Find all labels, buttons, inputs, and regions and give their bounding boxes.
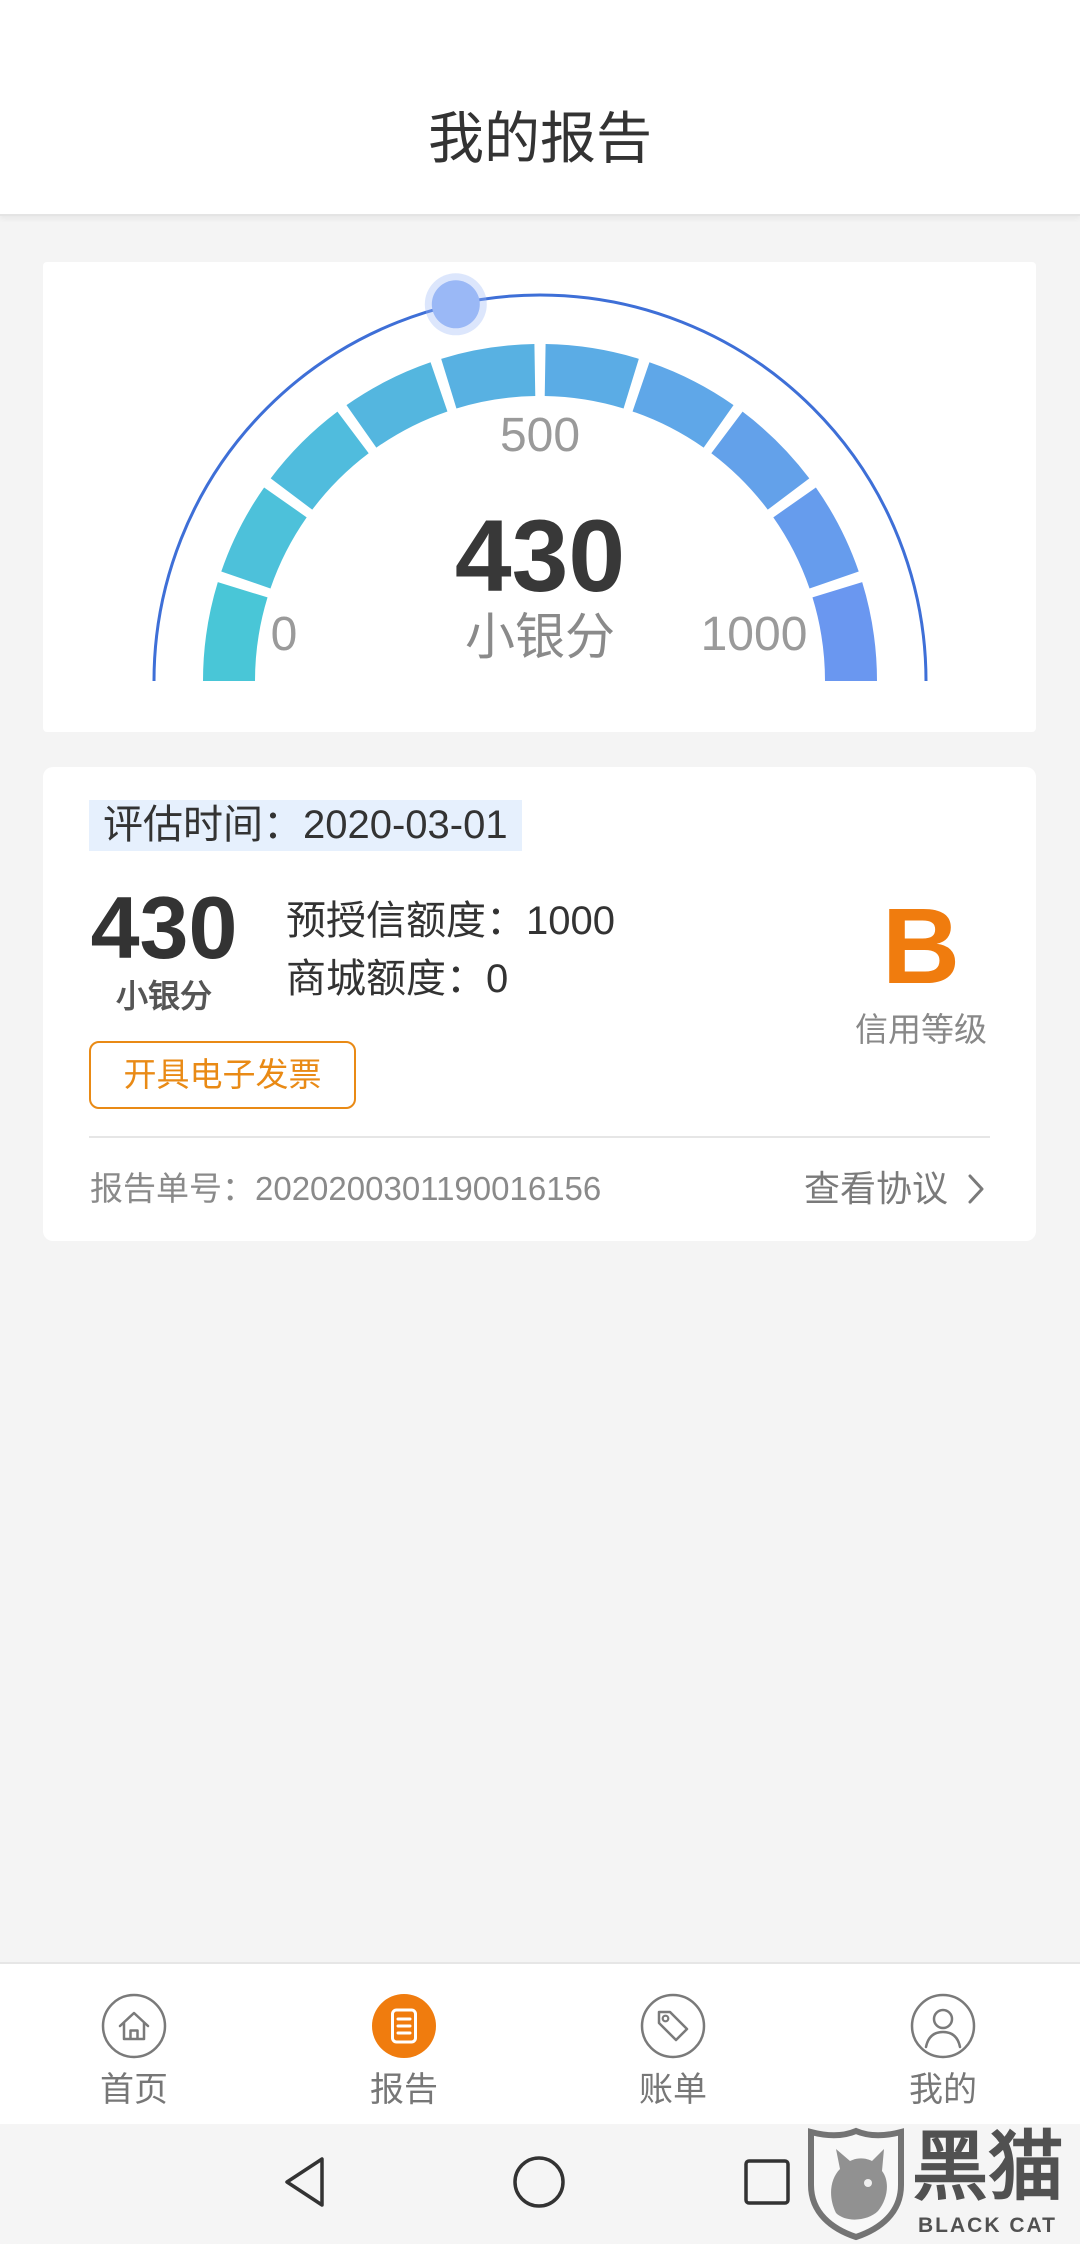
gauge-segment (346, 362, 448, 448)
pre-credit-line: 预授信额度：1000 (286, 901, 615, 941)
gauge-segment (441, 344, 536, 409)
profile-icon-body (924, 2030, 962, 2049)
tab-label-mine: 我的 (909, 2071, 977, 2109)
tab-label-home: 首页 (100, 2071, 168, 2109)
gauge-max-label: 1000 (701, 608, 808, 661)
tab-report[interactable]: 报告 (304, 1964, 504, 2124)
gauge-score: 430 (455, 499, 625, 613)
gauge-mid-label: 500 (500, 409, 580, 462)
profile-icon-head (932, 2008, 954, 2030)
home-circle-icon[interactable] (489, 2132, 589, 2232)
home-circle-icon-ring (513, 2156, 565, 2208)
tab-label-bill: 账单 (639, 2071, 707, 2109)
gauge-segment (812, 582, 877, 682)
credit-gauge-card: 500 430 小银分 0 1000 (43, 262, 1036, 732)
summary-score-unit: 小银分 (115, 978, 212, 1014)
gauge-segment (270, 411, 370, 511)
gauge-min-label: 0 (271, 608, 298, 661)
score-block: 430 小银分 (90, 878, 238, 1014)
tab-label-report: 报告 (370, 2071, 438, 2109)
summary-score: 430 (90, 878, 238, 977)
view-agreement-label: 查看协议 (803, 1168, 948, 1209)
evaluation-date-badge: 评估时间：2020-03-01 (89, 800, 522, 851)
report-number-label: 报告单号： (90, 1170, 255, 1207)
screen: 我的报告 500 430 小银分 0 1000 评估时间：2020-03-01 … (0, 0, 1080, 2244)
mall-quota-value: 0 (486, 957, 509, 1001)
credit-grade-label: 信用等级 (855, 1011, 987, 1048)
back-icon[interactable] (259, 2132, 359, 2232)
gauge-segment (221, 487, 307, 589)
recents-icon[interactable] (717, 2132, 817, 2232)
bill-icon-tag-hole (661, 2014, 670, 2023)
mall-quota-line: 商城额度：0 (286, 959, 508, 999)
tab-bill[interactable]: 账单 (573, 1964, 773, 2124)
gauge-segment (203, 582, 268, 682)
report-number-value: 2020200301190016156 (255, 1170, 602, 1207)
tab-home[interactable]: 首页 (34, 1964, 234, 2124)
gauge-segment (710, 411, 810, 511)
home-icon (101, 1993, 167, 2059)
report-summary-card: 评估时间：2020-03-01 430 小银分 预授信额度：1000 商城额度：… (43, 767, 1036, 1241)
evaluation-date-label: 评估时间： (103, 803, 303, 847)
gauge-knob (431, 280, 480, 329)
home-icon-house (118, 2011, 150, 2041)
bill-icon-ring (640, 1993, 706, 2059)
credit-grade-block: B 信用等级 (821, 885, 1021, 1048)
tab-mine[interactable]: 我的 (843, 1964, 1043, 2124)
page-title: 我的报告 (428, 107, 652, 170)
credit-score-gauge: 500 430 小银分 0 1000 (152, 273, 928, 682)
evaluation-date-value: 2020-03-01 (303, 803, 508, 847)
bottom-tab-bar: 首页 报告 账单 我的 (0, 1962, 1080, 2124)
bill-tag-icon (640, 1993, 706, 2059)
report-icon (372, 1994, 436, 2058)
gauge-segment (632, 362, 734, 448)
view-agreement-link[interactable]: 查看协议 (804, 1168, 986, 1210)
report-number: 报告单号：2020200301190016156 (90, 1172, 601, 1205)
gauge-score-unit: 小银分 (465, 609, 615, 665)
profile-icon-ring (910, 1993, 976, 2059)
divider (89, 1136, 990, 1138)
pre-credit-label: 预授信额度： (286, 899, 526, 943)
recents-icon-square (744, 2159, 790, 2205)
issue-e-invoice-button[interactable]: 开具电子发票 (89, 1041, 356, 1109)
system-navigation-bar (0, 2124, 1080, 2244)
gauge-segment (544, 344, 639, 409)
back-icon-triangle (285, 2157, 324, 2207)
credit-grade: B (882, 885, 960, 1006)
gauge-segment (773, 487, 859, 589)
chevron-right-icon (968, 1174, 984, 1204)
gauge-pointer-knob (424, 273, 487, 336)
mall-quota-label: 商城额度： (286, 957, 486, 1001)
pre-credit-value: 1000 (526, 899, 615, 943)
home-icon-ring (101, 1993, 167, 2059)
profile-icon (910, 1993, 976, 2059)
app-header: 我的报告 (0, 0, 1080, 216)
chevron-right-stroke (968, 1174, 984, 1204)
